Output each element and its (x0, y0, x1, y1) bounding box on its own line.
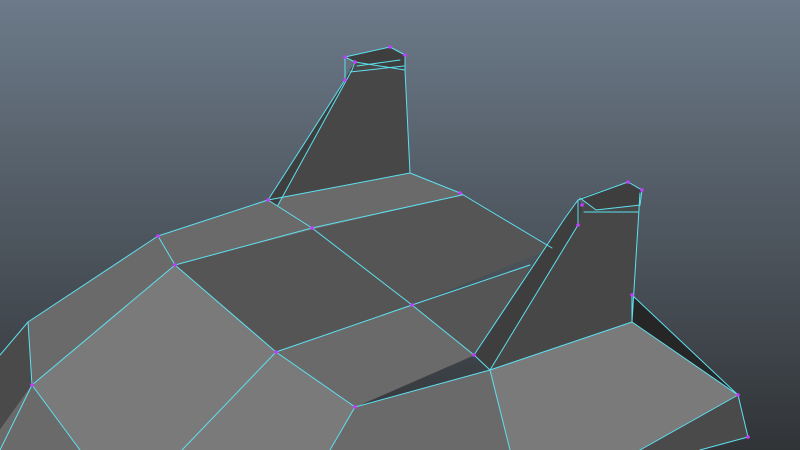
mesh-vertex[interactable] (274, 350, 278, 354)
mesh-vertex[interactable] (576, 223, 580, 227)
mesh-vertex[interactable] (173, 263, 177, 267)
mesh-vertex[interactable] (403, 53, 407, 57)
mesh-vertex[interactable] (343, 78, 347, 82)
mesh-vertex[interactable] (736, 393, 740, 397)
3d-viewport[interactable] (0, 0, 800, 450)
mesh-vertex[interactable] (410, 303, 414, 307)
mesh-vertex[interactable] (388, 45, 392, 49)
mesh-vertex[interactable] (458, 191, 462, 195)
mesh-vertex[interactable] (472, 353, 476, 357)
viewport-scene[interactable] (0, 0, 800, 450)
mesh-vertex[interactable] (266, 198, 270, 202)
mesh-vertex[interactable] (353, 405, 357, 409)
mesh-vertex[interactable] (310, 226, 314, 230)
mesh-vertex[interactable] (580, 203, 584, 207)
mesh-vertex[interactable] (343, 55, 347, 59)
mesh-vertex[interactable] (746, 435, 750, 439)
mesh-vertex[interactable] (630, 293, 634, 297)
mesh-vertex[interactable] (30, 383, 34, 387)
mesh-vertex[interactable] (156, 234, 160, 238)
mesh-vertex[interactable] (640, 188, 644, 192)
mesh-vertex[interactable] (353, 60, 357, 64)
mesh-vertex[interactable] (626, 180, 630, 184)
